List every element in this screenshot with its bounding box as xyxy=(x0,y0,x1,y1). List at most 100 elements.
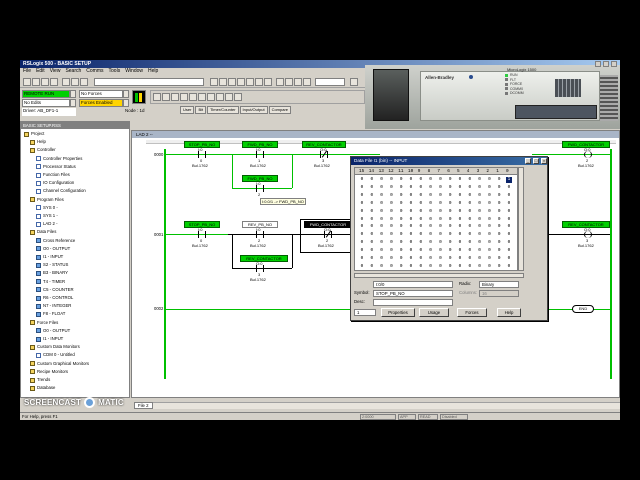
bit-cell[interactable]: 0 xyxy=(398,201,404,207)
tree-item[interactable]: Custom Graphical Monitors xyxy=(30,360,89,368)
osr-icon[interactable] xyxy=(216,93,224,101)
bit-cell[interactable]: 0 xyxy=(506,217,512,223)
bit-cell[interactable]: 0 xyxy=(447,224,453,230)
xic-icon[interactable] xyxy=(171,93,179,101)
bit-cell[interactable]: 0 xyxy=(477,185,483,191)
bit-cell[interactable]: 0 xyxy=(398,240,404,246)
find-icon[interactable] xyxy=(294,78,302,86)
bit-cell[interactable]: 0 xyxy=(408,217,414,223)
bit-cell[interactable]: 0 xyxy=(398,177,404,183)
rung0-seal-tag[interactable]: FWD_PB_NO xyxy=(242,175,278,182)
maximize-icon[interactable] xyxy=(603,61,609,67)
bit-cell[interactable]: 0 xyxy=(506,248,512,254)
tree-item[interactable]: CDM 0 - Untitled xyxy=(36,351,75,359)
rung1-rev-contact-icon[interactable] xyxy=(256,231,264,238)
desc-field[interactable] xyxy=(373,299,453,306)
bit-cell[interactable]: 0 xyxy=(486,185,492,191)
grid-vscroll[interactable] xyxy=(518,167,524,271)
tree-item[interactable]: Data Files xyxy=(30,228,56,236)
branch-icon[interactable] xyxy=(162,93,170,101)
bit-cell[interactable]: 0 xyxy=(496,256,502,262)
bit-cell[interactable]: 0 xyxy=(457,185,463,191)
bit-cell[interactable]: 0 xyxy=(418,209,424,215)
symbol-field[interactable]: STOP_PB_NO xyxy=(373,290,453,297)
verify-icon[interactable] xyxy=(210,78,218,86)
rung0-fwd-tag[interactable]: FWD_PB_NO xyxy=(242,141,278,148)
bit-cell[interactable]: 0 xyxy=(428,248,434,254)
bit-cell[interactable]: 0 xyxy=(428,193,434,199)
bit-cell[interactable]: 0 xyxy=(398,232,404,238)
bit-cell[interactable]: 0 xyxy=(428,201,434,207)
bit-cell[interactable]: 0 xyxy=(428,185,434,191)
tree-item[interactable]: Custom Data Monitors xyxy=(30,343,80,351)
tree-item[interactable]: Function Files xyxy=(36,171,70,179)
bit-cell[interactable]: 0 xyxy=(467,224,473,230)
bit-cell[interactable]: 0 xyxy=(388,240,394,246)
tree-item[interactable]: Program Files xyxy=(30,196,64,204)
bit-grid[interactable]: 15 14 13 12 11 10 9 8 7 6 5 4 3 2 1 0 00000000000000010… xyxy=(354,167,518,271)
menu-item-search[interactable]: Search xyxy=(65,68,81,75)
bit-cell[interactable]: 0 xyxy=(369,193,375,199)
bit-cell[interactable]: 0 xyxy=(359,224,365,230)
bit-cell[interactable]: 0 xyxy=(506,224,512,230)
rung0-out-coil-icon[interactable] xyxy=(584,151,592,158)
bit-cell[interactable]: 0 xyxy=(477,264,483,270)
zoom-combo[interactable] xyxy=(315,78,345,86)
bit-cell[interactable]: 0 xyxy=(369,217,375,223)
tree-item[interactable]: Force Files xyxy=(30,319,58,327)
tree-item[interactable]: R6 - CONTROL xyxy=(36,294,73,302)
bit-cell[interactable]: 0 xyxy=(369,177,375,183)
bit-cell[interactable]: 0 xyxy=(379,264,385,270)
bit-cell[interactable]: 0 xyxy=(379,193,385,199)
bit-cell[interactable]: 0 xyxy=(437,185,443,191)
bit-cell[interactable]: 0 xyxy=(428,232,434,238)
bit-cell[interactable]: 0 xyxy=(418,224,424,230)
bit-cell[interactable]: 0 xyxy=(467,248,473,254)
menu-item-tools[interactable]: Tools xyxy=(109,68,121,75)
bit-cell[interactable]: 0 xyxy=(447,232,453,238)
bit-cell[interactable]: 0 xyxy=(437,240,443,246)
bit-cell[interactable]: 0 xyxy=(467,201,473,207)
bit-cell[interactable]: 0 xyxy=(477,240,483,246)
bit-cell[interactable]: 0 xyxy=(379,185,385,191)
bit-cell[interactable]: 0 xyxy=(506,209,512,215)
bit-cell[interactable]: 0 xyxy=(388,224,394,230)
bit-cell[interactable]: 0 xyxy=(447,256,453,262)
file-tab[interactable]: File 2 xyxy=(134,402,153,409)
rung1-stop-contact-icon[interactable] xyxy=(198,231,206,238)
bit-cell[interactable]: 0 xyxy=(496,240,502,246)
bit-cell[interactable]: 0 xyxy=(388,201,394,207)
instruction-tab-input-output[interactable]: Input/Output xyxy=(239,106,268,114)
grid-icon[interactable] xyxy=(246,78,254,86)
bit-cell[interactable]: 0 xyxy=(398,193,404,199)
tree-item[interactable]: I1 - INPUT xyxy=(36,253,63,261)
open-icon[interactable] xyxy=(32,78,40,86)
bit-cell[interactable]: 0 xyxy=(379,256,385,262)
bit-cell[interactable]: 0 xyxy=(506,201,512,207)
bit-cell[interactable]: 0 xyxy=(477,177,483,183)
bit-cell[interactable]: 0 xyxy=(398,185,404,191)
bit-cell[interactable]: 0 xyxy=(477,209,483,215)
rung1-fwd-contact-icon[interactable] xyxy=(324,230,332,238)
bit-cell[interactable]: 0 xyxy=(486,264,492,270)
instruction-tab-compare[interactable]: Compare xyxy=(268,106,292,114)
bit-cell[interactable]: 0 xyxy=(398,217,404,223)
bit-cell[interactable]: 0 xyxy=(398,248,404,254)
rung1-stop-tag[interactable]: STOP_PB_NO xyxy=(184,221,220,228)
bit-cell[interactable]: 0 xyxy=(447,248,453,254)
monitor-icon[interactable] xyxy=(237,78,245,86)
bit-cell[interactable]: 0 xyxy=(447,185,453,191)
tree-item[interactable]: Recipe Monitors xyxy=(30,368,68,376)
otl-icon[interactable] xyxy=(198,93,206,101)
zoom-in-icon[interactable] xyxy=(276,78,284,86)
bit-cell[interactable]: 0 xyxy=(408,232,414,238)
bit-cell[interactable]: 0 xyxy=(486,256,492,262)
rung0-stop-tag[interactable]: STOP_PB_NO xyxy=(184,141,220,148)
bit-cell[interactable]: 0 xyxy=(496,185,502,191)
bit-cell[interactable]: 0 xyxy=(428,264,434,270)
bit-cell[interactable]: 0 xyxy=(359,217,365,223)
bit-cell[interactable]: 0 xyxy=(369,248,375,254)
bit-cell[interactable]: 0 xyxy=(496,248,502,254)
bit-cell[interactable]: 0 xyxy=(418,232,424,238)
verify-all-icon[interactable] xyxy=(219,78,227,86)
